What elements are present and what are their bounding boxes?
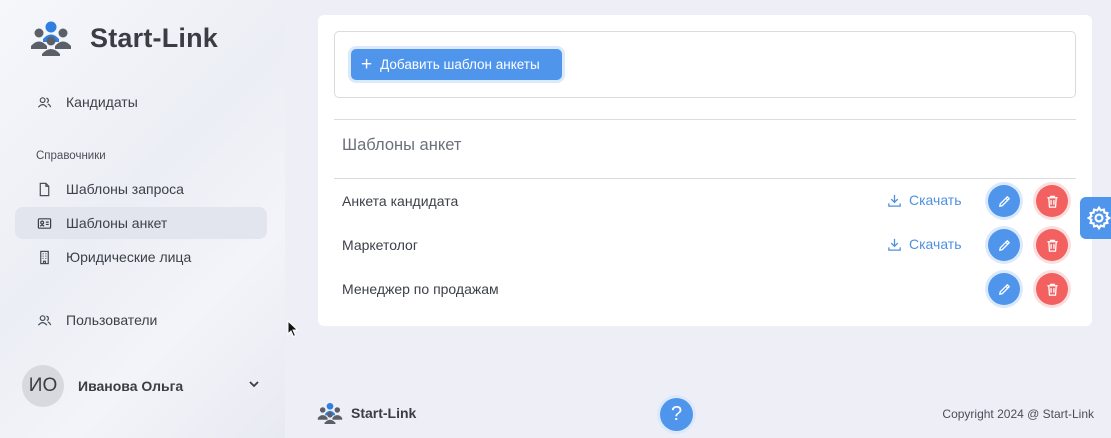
sidebar-item-label: Шаблоны анкет (66, 215, 168, 231)
footer-brand[interactable]: Start-Link (316, 401, 416, 425)
help-button[interactable]: ? (660, 398, 693, 431)
section-label: Справочники (36, 150, 106, 162)
file-icon (36, 181, 52, 197)
table-row: Менеджер по продажам (342, 273, 1076, 305)
people-group-icon (31, 21, 71, 56)
delete-button[interactable] (1036, 273, 1068, 305)
edit-button[interactable] (988, 229, 1020, 261)
divider (334, 119, 1076, 120)
download-link[interactable]: Скачать (887, 192, 962, 208)
page-title: Шаблоны анкет (342, 136, 462, 154)
download-label: Скачать (909, 236, 962, 252)
delete-button[interactable] (1036, 185, 1068, 217)
people-group-icon (317, 402, 343, 424)
delete-button[interactable] (1036, 229, 1068, 261)
template-name: Анкета кандидата (342, 193, 459, 209)
sidebar-item-label: Кандидаты (66, 94, 138, 110)
pencil-icon (998, 239, 1010, 251)
edit-button[interactable] (988, 185, 1020, 217)
download-icon (888, 194, 901, 207)
download-label: Скачать (909, 192, 962, 208)
brand[interactable]: Start-Link (28, 18, 218, 58)
sidebar: Start-Link Кандидаты Справочники Шаблоны… (0, 0, 285, 438)
toolbar: + Добавить шаблон анкеты (334, 31, 1076, 98)
template-name: Менеджер по продажам (342, 281, 499, 297)
pencil-icon (998, 283, 1010, 295)
user-menu[interactable]: ИО Иванова Ольга (22, 364, 267, 408)
sidebar-item-candidates[interactable]: Кандидаты (15, 86, 267, 118)
brand-name: Start-Link (90, 22, 219, 53)
user-name: Иванова Ольга (78, 378, 184, 394)
template-name: Маркетолог (342, 237, 418, 253)
sidebar-item-label: Шаблоны запроса (66, 181, 184, 197)
plus-icon: + (361, 54, 373, 75)
question-icon: ? (670, 403, 683, 425)
add-template-button[interactable]: + Добавить шаблон анкеты (351, 49, 562, 80)
download-icon (888, 238, 901, 251)
gear-icon (1086, 205, 1111, 231)
sidebar-item-label: Пользователи (66, 312, 158, 328)
templates-card: + Добавить шаблон анкеты Шаблоны анкет А… (318, 15, 1092, 326)
sidebar-item-request-templates[interactable]: Шаблоны запроса (15, 173, 267, 205)
trash-icon (1046, 283, 1058, 296)
building-icon (36, 249, 52, 265)
divider (334, 178, 1076, 179)
edit-button[interactable] (988, 273, 1020, 305)
download-link[interactable]: Скачать (887, 236, 962, 252)
add-template-label: Добавить шаблон анкеты (380, 57, 540, 72)
table-row: Маркетолог Скачать (342, 229, 1076, 261)
id-card-icon (36, 215, 52, 231)
trash-icon (1046, 239, 1058, 252)
footer-brand-name: Start-Link (351, 405, 417, 421)
table-row: Анкета кандидата Скачать (342, 185, 1076, 217)
sidebar-item-users[interactable]: Пользователи (15, 304, 267, 336)
sidebar-item-survey-templates[interactable]: Шаблоны анкет (15, 207, 267, 239)
sidebar-item-legal-entities[interactable]: Юридические лица (15, 241, 267, 273)
mouse-cursor-icon (287, 320, 299, 338)
copyright: Copyright 2024 @ Start-Link (942, 407, 1094, 421)
users-icon (36, 94, 52, 110)
avatar: ИО (22, 365, 64, 407)
trash-icon (1046, 195, 1058, 208)
sidebar-item-label: Юридические лица (66, 249, 192, 265)
settings-button[interactable] (1080, 197, 1111, 239)
pencil-icon (998, 195, 1010, 207)
users-icon (36, 312, 52, 328)
chevron-down-icon[interactable] (247, 377, 261, 391)
